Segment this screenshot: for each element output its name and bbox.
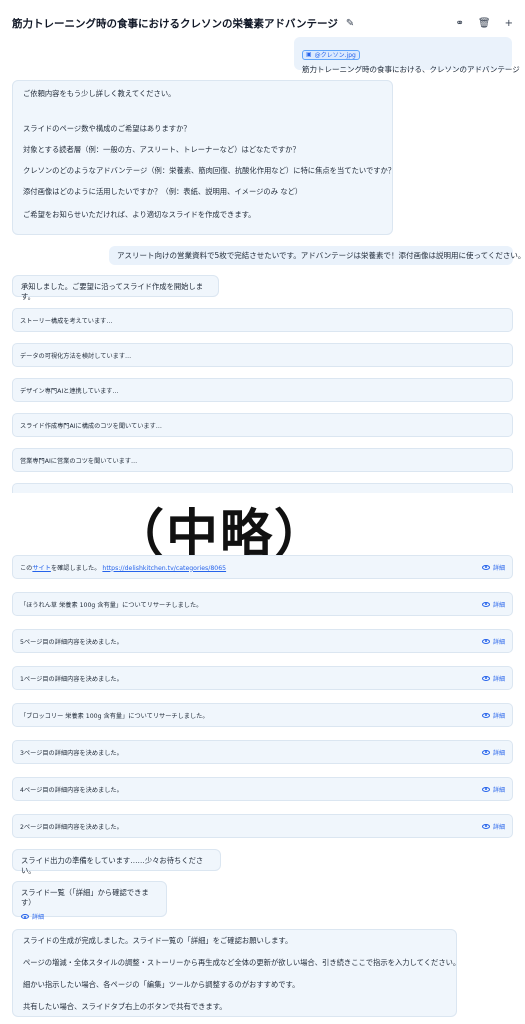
prep-message: スライド出力の準備をしています……少々お待ちください。 [12,849,221,875]
link-icon[interactable]: ⚭ [456,18,464,29]
detail-label: 詳細 [492,749,505,757]
final-line: スライドの生成が完成しました。スライド一覧の「詳細」をご確認お願いします。 [23,936,293,945]
assistant-line: 添付画像はどのように活用したいですか？（例：表紙、説明用、イメージのみ など） [23,187,303,196]
done-step: 「ブロッコリー 栄養素 100g 含有量」についてリサーチしました。 詳細 [12,703,513,727]
eye-icon [481,675,490,681]
progress-step: 営業専門AIに営業のコツを聞いています… [12,448,513,472]
done-step-text: 5ページ目の詳細内容を決めました。 [20,638,123,646]
detail-label: 詳細 [492,638,505,646]
attachment-chip[interactable]: ▣ @クレソン.jpg [302,49,360,60]
detail-label: 詳細 [492,564,505,572]
header-actions: ⚭ 🗑 + [456,18,513,29]
eye-icon [481,823,490,829]
done-step: 4ページ目の詳細内容を決めました。 詳細 [12,777,513,801]
progress-step-text: 営業専門AIに営業のコツを聞いています… [20,457,138,465]
detail-button[interactable]: 詳細 [481,785,505,794]
conversation-title: 筋力トレーニング時の食事におけるクレソンの栄養素アドバンテージ [12,17,338,30]
user-message-text: アスリート向けの営業資料で5枚で完結させたいです。アドバンテージは栄養素で！添付… [117,251,525,260]
eye-icon [21,914,29,919]
detail-label: 詳細 [492,712,505,720]
plus-icon[interactable]: + [505,18,513,29]
slide-list-detail-button[interactable]: 詳細 [21,912,158,921]
user-message: ▣ @クレソン.jpg 筋力トレーニング時の食事における、クレソンのアドバンテー… [294,37,520,74]
assistant-message: ご依頼内容をもう少し詳しく教えてください。 スライドのページ数や構成のご希望はあ… [12,80,396,235]
final-message: スライドの生成が完成しました。スライド一覧の「詳細」をご確認お願いします。 ペー… [12,929,461,1017]
attachment-name: @クレソン.jpg [314,52,356,59]
done-step-text: 1ページ目の詳細内容を決めました。 [20,675,123,683]
image-icon: ▣ [306,51,312,58]
progress-step-text: ストーリー構成を考えています… [20,317,113,325]
progress-step: ストーリー構成を考えています… [12,308,513,332]
done-step: 5ページ目の詳細内容を決めました。 詳細 [12,629,513,653]
detail-button[interactable]: 詳細 [481,748,505,757]
user-message-text: 筋力トレーニング時の食事における、クレソンのアドバンテージ [302,65,520,74]
assistant-ack: 承知しました。ご要望に沿ってスライド作成を開始します。 [12,275,219,301]
detail-button[interactable]: 詳細 [481,600,505,609]
site-middle: を確認しました。 [50,564,101,572]
final-line: ページの増減・全体スタイルの調整・ストーリーから再生成など全体の更新が欲しい場合… [23,958,461,967]
final-line: 細かい指示したい場合、各ページの「編集」ツールから調整するのがおすすめです。 [23,980,300,989]
done-step-text: 4ページ目の詳細内容を決めました。 [20,786,123,794]
eye-icon [481,786,490,792]
site-link[interactable]: サイト [32,565,51,572]
detail-button[interactable]: 詳細 [481,822,505,831]
assistant-line: クレソンのどのようなアドバンテージ（例：栄養素、筋肉回復、抗酸化作用など）に特に… [23,166,396,175]
site-prefix: この [20,564,33,572]
detail-label: 詳細 [492,675,505,683]
eye-icon [481,638,490,644]
done-step: 1ページ目の詳細内容を決めました。 詳細 [12,666,513,690]
progress-step: スライド作成専門AIに構成のコツを聞いています… [12,413,513,437]
assistant-line: ご希望をお知らせいただければ、より適切なスライドを作成できます。 [23,210,256,219]
trash-icon[interactable]: 🗑 [478,18,491,29]
eye-icon [481,712,490,718]
prep-message-text: スライド出力の準備をしています……少々お待ちください。 [21,856,204,875]
done-step: 3ページ目の詳細内容を決めました。 詳細 [12,740,513,764]
eye-icon [481,749,490,755]
done-step: 2ページ目の詳細内容を決めました。 詳細 [12,814,513,838]
user-message: アスリート向けの営業資料で5枚で完結させたいです。アドバンテージは栄養素で！添付… [109,246,525,265]
final-line: 共有したい場合、スライドタブ右上のボタンで共有できます。 [23,1002,227,1011]
progress-step: デザイン専門AIと連携しています… [12,378,513,402]
detail-label: 詳細 [492,786,505,794]
progress-step: データの可視化方法を検討しています… [12,343,513,367]
slide-list-card: スライド一覧（「詳細」から確認できます） 詳細 [12,881,167,921]
done-step-text: 「ほうれん草 栄養素 100g 含有量」についてリサーチしました。 [20,601,203,609]
progress-step-text: デザイン専門AIと連携しています… [20,387,119,395]
slide-list-detail-label: 詳細 [32,914,45,921]
slide-list-title: スライド一覧（「詳細」から確認できます） [21,888,149,907]
site-url-link[interactable]: https://delishkitchen.tv/categories/8065 [102,565,226,572]
done-step-text: 2ページ目の詳細内容を決めました。 [20,823,123,831]
done-step-text: 「ブロッコリー 栄養素 100g 含有量」についてリサーチしました。 [20,712,209,720]
assistant-line: スライドのページ数や構成のご希望はありますか？ [23,124,191,133]
pencil-icon[interactable]: ✎ [346,18,354,29]
detail-button[interactable]: 詳細 [481,563,505,572]
assistant-line: ご依頼内容をもう少し詳しく教えてください。 [23,89,176,98]
eye-icon [481,601,490,607]
assistant-line: 対象とする読者層（例：一般の方、アスリート、トレーナーなど）はどなたですか？ [23,145,300,154]
detail-button[interactable]: 詳細 [481,637,505,646]
detail-label: 詳細 [492,823,505,831]
assistant-ack-text: 承知しました。ご要望に沿ってスライド作成を開始します。 [21,282,204,301]
progress-step-text: スライド作成専門AIに構成のコツを聞いています… [20,422,162,430]
progress-step-text: データの可視化方法を検討しています… [20,352,132,360]
done-step: 「ほうれん草 栄養素 100g 含有量」についてリサーチしました。 詳細 [12,592,513,616]
detail-button[interactable]: 詳細 [481,711,505,720]
site-check-text: このサイトを確認しました。 https://delishkitchen.tv/c… [20,563,226,572]
detail-button[interactable]: 詳細 [481,674,505,683]
eye-icon [481,564,490,570]
detail-label: 詳細 [492,601,505,609]
site-check-step: このサイトを確認しました。 https://delishkitchen.tv/c… [12,555,513,579]
done-step-text: 3ページ目の詳細内容を決めました。 [20,749,123,757]
